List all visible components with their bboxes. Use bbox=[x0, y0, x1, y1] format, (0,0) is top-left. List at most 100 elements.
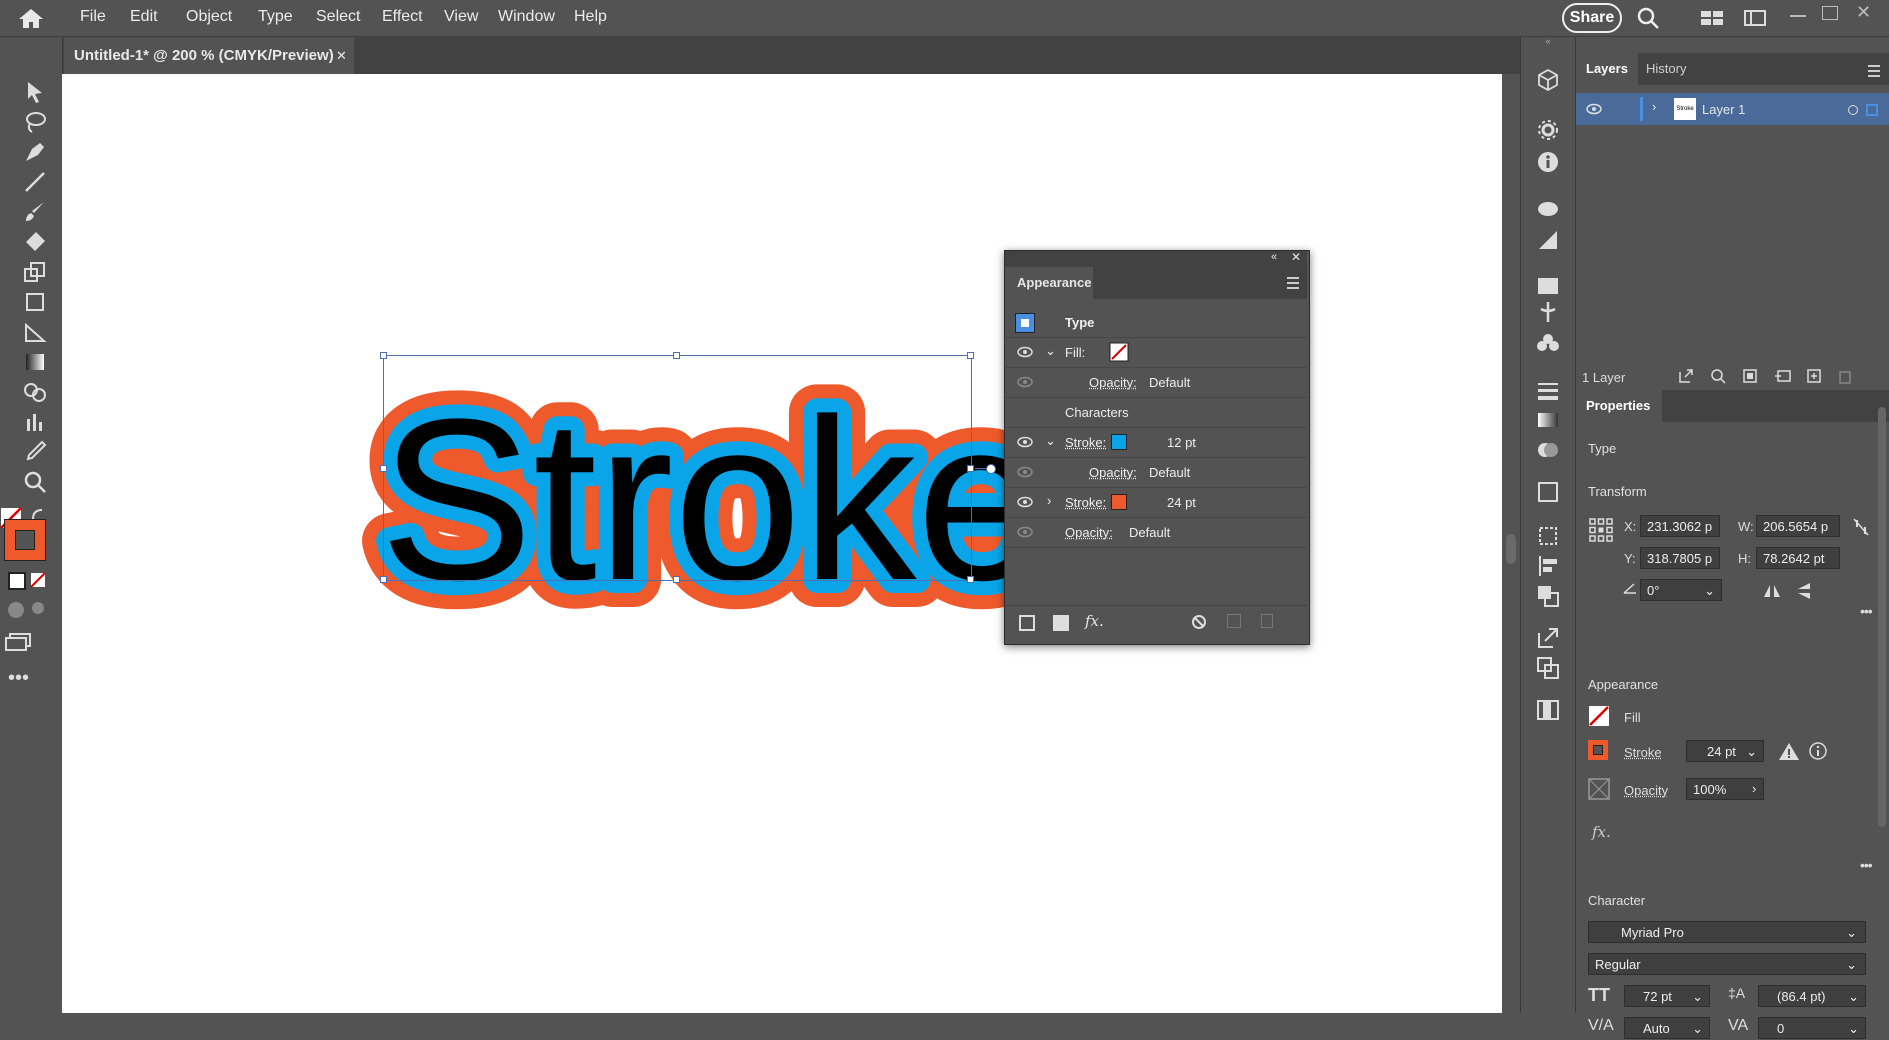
constrain-proportions-icon[interactable] bbox=[1852, 517, 1870, 537]
screen-mode-icon[interactable] bbox=[4, 632, 32, 652]
clear-appearance-icon[interactable] bbox=[1191, 614, 1207, 630]
make-clipping-mask-icon[interactable] bbox=[1742, 368, 1758, 384]
appearance-row-opacity[interactable]: Opacity: Default bbox=[1005, 517, 1307, 548]
font-style-select[interactable]: Regular ⌄ bbox=[1588, 953, 1866, 975]
scrollbar-thumb[interactable] bbox=[1506, 534, 1516, 564]
close-panel-icon[interactable]: ✕ bbox=[1291, 250, 1301, 264]
text-out-port[interactable] bbox=[986, 464, 996, 474]
workspace-switcher-icon[interactable] bbox=[1743, 8, 1767, 28]
minimize-icon[interactable] bbox=[1790, 15, 1806, 17]
eyedropper-tool-icon[interactable] bbox=[22, 439, 48, 465]
flip-vertical-icon[interactable] bbox=[1796, 581, 1812, 601]
menu-item-object[interactable]: Object bbox=[176, 0, 242, 36]
export-for-screens-icon[interactable] bbox=[1678, 368, 1694, 384]
layer-row[interactable]: › Stroke Layer 1 bbox=[1576, 93, 1889, 125]
visibility-eye-icon[interactable] bbox=[1017, 526, 1033, 538]
pathfinder-icon[interactable] bbox=[1535, 583, 1561, 609]
target-layer-icon[interactable] bbox=[1848, 105, 1858, 115]
appearance-row-fill[interactable]: ⌄ Fill: bbox=[1005, 337, 1307, 368]
expand-layer-chevron-icon[interactable]: › bbox=[1652, 99, 1656, 114]
menu-item-view[interactable]: View bbox=[434, 0, 488, 36]
add-effect-icon[interactable]: fx. bbox=[1592, 823, 1611, 841]
reference-point-icon[interactable] bbox=[1588, 517, 1614, 543]
kerning-input[interactable]: Auto ⌄ bbox=[1624, 1017, 1710, 1039]
more-tools-icon[interactable]: ••• bbox=[8, 667, 29, 690]
rotate-angle-select[interactable]: 0° ⌄ bbox=[1640, 579, 1722, 601]
delete-layer-icon[interactable] bbox=[1838, 368, 1852, 384]
chevron-down-icon[interactable]: ⌄ bbox=[1045, 343, 1056, 359]
properties-scrollbar[interactable] bbox=[1878, 407, 1886, 827]
appearance-row-stroke-opacity[interactable]: Opacity: Default bbox=[1005, 457, 1307, 488]
selection-handle[interactable] bbox=[673, 352, 680, 359]
visibility-eye-icon[interactable] bbox=[1017, 376, 1033, 388]
layer-name[interactable]: Layer 1 bbox=[1702, 102, 1745, 117]
default-colors-icon[interactable] bbox=[8, 572, 26, 590]
locate-object-icon[interactable] bbox=[1710, 368, 1726, 384]
export-icon[interactable] bbox=[1535, 625, 1561, 651]
font-family-select[interactable]: Myriad Pro ⌄ bbox=[1588, 921, 1866, 943]
create-new-layer-icon[interactable] bbox=[1806, 368, 1822, 384]
stroke-link[interactable]: Stroke: bbox=[1065, 495, 1106, 510]
selection-handle[interactable] bbox=[967, 465, 974, 472]
warning-icon[interactable] bbox=[1778, 741, 1800, 761]
menu-item-file[interactable]: File bbox=[70, 0, 116, 36]
appearance-row-stroke-12[interactable]: ⌄ Stroke: 12 pt bbox=[1005, 427, 1307, 458]
opacity-link[interactable]: Opacity bbox=[1624, 783, 1668, 798]
stroke-link[interactable]: Stroke: bbox=[1065, 435, 1106, 450]
draw-inside-icon[interactable] bbox=[32, 602, 44, 614]
search-icon[interactable] bbox=[1636, 6, 1660, 30]
stroke-color-swatch[interactable] bbox=[4, 519, 46, 561]
fill-none-swatch-icon[interactable] bbox=[1109, 342, 1129, 362]
add-effect-icon[interactable]: fx. bbox=[1085, 612, 1104, 630]
visibility-eye-icon[interactable] bbox=[1017, 466, 1033, 478]
appearance-row-type[interactable]: Type bbox=[1005, 307, 1307, 338]
image-trace-icon[interactable] bbox=[1535, 479, 1561, 505]
restore-icon[interactable] bbox=[1822, 6, 1838, 20]
opacity-link[interactable]: Opacity: bbox=[1065, 525, 1113, 540]
blend-tool-icon[interactable] bbox=[22, 379, 48, 405]
stroke-color-swatch[interactable] bbox=[1111, 494, 1127, 510]
menu-item-edit[interactable]: Edit bbox=[120, 0, 168, 36]
more-options-icon[interactable]: ••• bbox=[1860, 857, 1872, 873]
fill-none-swatch-icon[interactable] bbox=[1588, 705, 1610, 727]
visibility-eye-icon[interactable] bbox=[1017, 436, 1033, 448]
collapse-panel-icon[interactable]: « bbox=[1271, 251, 1277, 263]
selection-indicator-icon[interactable] bbox=[1866, 104, 1878, 116]
swatches-icon[interactable] bbox=[1535, 273, 1561, 299]
selection-handle[interactable] bbox=[673, 576, 680, 583]
height-input[interactable]: 78.2642 pt bbox=[1756, 547, 1840, 569]
menu-item-effect[interactable]: Effect bbox=[372, 0, 433, 36]
opacity-link[interactable]: Opacity: bbox=[1089, 375, 1137, 390]
close-window-icon[interactable]: ✕ bbox=[1856, 2, 1871, 23]
column-graph-tool-icon[interactable] bbox=[22, 409, 48, 435]
scale-tool-icon[interactable] bbox=[22, 259, 48, 285]
x-position-input[interactable]: 231.3062 p bbox=[1640, 515, 1720, 537]
tab-properties[interactable]: Properties bbox=[1576, 390, 1662, 422]
chevron-down-icon[interactable]: ⌄ bbox=[1045, 433, 1056, 449]
visibility-eye-icon[interactable] bbox=[1017, 346, 1033, 358]
visibility-eye-icon[interactable] bbox=[1586, 103, 1602, 115]
home-icon[interactable] bbox=[14, 6, 48, 30]
font-size-input[interactable]: 72 pt ⌄ bbox=[1624, 985, 1710, 1007]
width-input[interactable]: 206.5654 p bbox=[1756, 515, 1840, 537]
line-tool-icon[interactable] bbox=[22, 169, 48, 195]
graphic-styles-icon[interactable] bbox=[1535, 227, 1561, 253]
arrange-documents-icon[interactable] bbox=[1700, 8, 1724, 28]
add-new-fill-icon[interactable] bbox=[1053, 615, 1069, 631]
eraser-tool-icon[interactable] bbox=[22, 229, 48, 255]
draw-normal-icon[interactable] bbox=[8, 602, 24, 618]
symbols-club-icon[interactable] bbox=[1535, 331, 1561, 357]
add-new-stroke-icon[interactable] bbox=[1019, 615, 1035, 631]
appearance-tab[interactable]: Appearance bbox=[1005, 267, 1093, 299]
pen-tool-icon[interactable] bbox=[22, 139, 48, 165]
document-tab[interactable]: Untitled-1* @ 200 % (CMYK/Preview) ✕ bbox=[64, 37, 354, 74]
info-icon[interactable] bbox=[1535, 149, 1561, 175]
leading-input[interactable]: (86.4 pt) ⌄ bbox=[1758, 985, 1866, 1007]
selection-handle[interactable] bbox=[967, 352, 974, 359]
collapse-strip-icon[interactable]: « bbox=[1521, 37, 1575, 45]
menu-item-help[interactable]: Help bbox=[564, 0, 617, 36]
opacity-link[interactable]: Opacity: bbox=[1089, 465, 1137, 480]
chevron-right-icon[interactable]: › bbox=[1047, 493, 1051, 508]
none-color-icon[interactable] bbox=[30, 572, 46, 588]
3d-cube-icon[interactable] bbox=[1535, 67, 1561, 93]
